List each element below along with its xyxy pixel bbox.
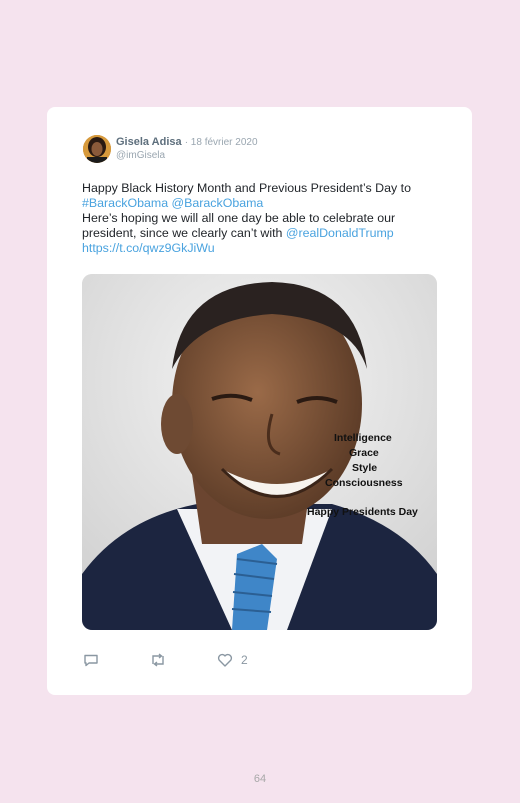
tweet-image[interactable]: Intelligence Grace Style Consciousness H… [82, 274, 437, 630]
author-line: Gisela Adisa · 18 février 2020 [116, 136, 258, 148]
heart-icon [217, 652, 233, 668]
tweet-card: Gisela Adisa · 18 février 2020 @imGisela… [47, 107, 472, 695]
tweet-date[interactable]: · 18 février 2020 [185, 137, 258, 148]
tweet-actions: 2 [83, 652, 443, 668]
overlay-line-grace: Grace [349, 447, 379, 459]
author-handle[interactable]: @imGisela [116, 150, 165, 161]
mention-link-obama[interactable]: @BarackObama [172, 196, 264, 210]
reply-icon [83, 652, 99, 668]
hashtag-link[interactable]: #BarackObama [82, 196, 168, 210]
retweet-icon [149, 652, 167, 668]
overlay-line-intelligence: Intelligence [334, 432, 392, 444]
tweet-text: Happy Black History Month and Previous P… [82, 181, 442, 256]
overlay-line-style: Style [352, 462, 378, 474]
tweet-url-link[interactable]: https://t.co/qwz9GkJiWu [82, 241, 215, 255]
author-name[interactable]: Gisela Adisa [116, 136, 182, 148]
like-count: 2 [241, 653, 248, 667]
page-number: 64 [253, 773, 267, 785]
tweet-text-line1: Happy Black History Month and Previous P… [82, 181, 411, 195]
portrait-illustration [82, 274, 437, 630]
retweet-button[interactable] [149, 652, 167, 668]
like-button[interactable]: 2 [217, 652, 248, 668]
overlay-line-consciousness: Consciousness [325, 477, 403, 489]
mention-link-trump[interactable]: @realDonaldTrump [286, 226, 394, 240]
avatar[interactable] [83, 135, 111, 163]
overlay-line-presidents-day: Happy Presidents Day [307, 506, 418, 518]
reply-button[interactable] [83, 652, 99, 668]
